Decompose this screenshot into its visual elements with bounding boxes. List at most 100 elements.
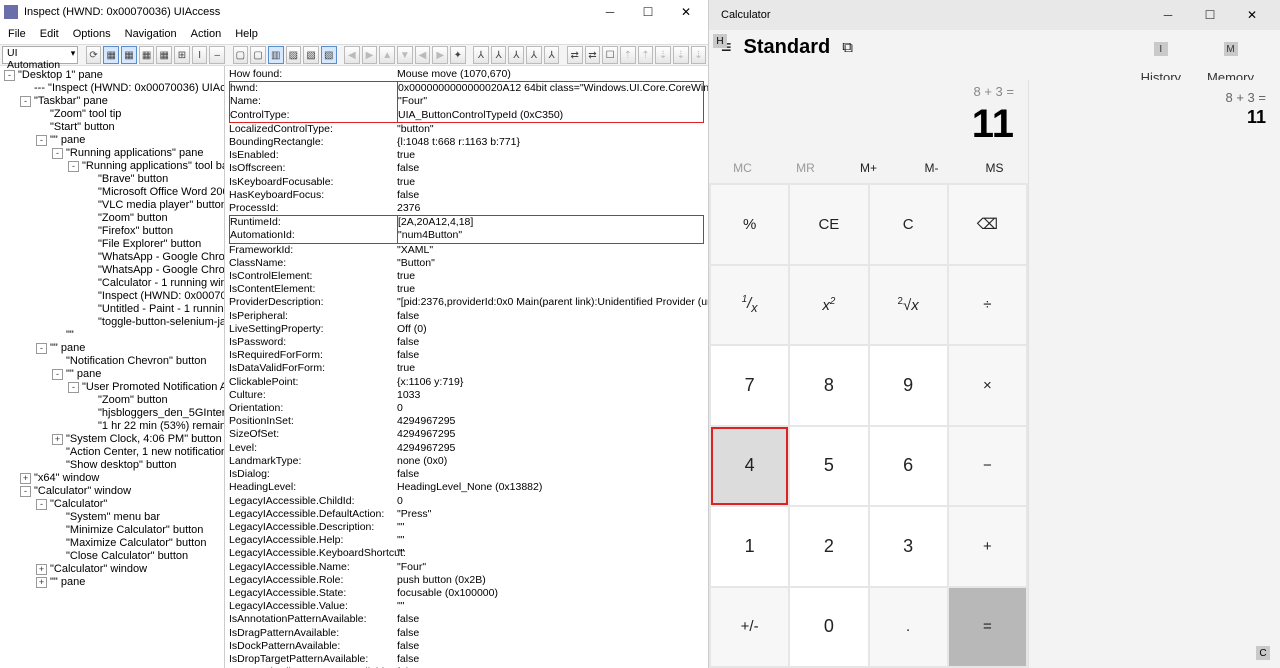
tb-btn-4[interactable]: ▦	[139, 46, 155, 64]
decimal-key[interactable]: .	[870, 588, 947, 667]
zero-key[interactable]: 0	[790, 588, 867, 667]
four-key[interactable]: 4	[711, 427, 788, 506]
tree-item[interactable]: "VLC media player" button	[0, 198, 224, 211]
keep-on-top-icon[interactable]: ⧉	[842, 39, 853, 56]
tree-item[interactable]: "Show desktop" button	[0, 458, 224, 471]
calc-minimize-button[interactable]: ─	[1148, 2, 1188, 28]
one-key[interactable]: 1	[711, 507, 788, 586]
seven-key[interactable]: 7	[711, 346, 788, 425]
tree-item[interactable]: "WhatsApp - Google Chrome	[0, 263, 224, 276]
tb-btn-8[interactable]: ‒	[209, 46, 225, 64]
tree-item[interactable]: -"Running applications" pane	[0, 146, 224, 159]
tree-item[interactable]: -"" pane	[0, 133, 224, 146]
tb-misc-8[interactable]: ⇣	[691, 46, 707, 64]
tree-item[interactable]: "Action Center, 1 new notification"	[0, 445, 224, 458]
sqrt-key[interactable]: 2√x	[870, 266, 947, 345]
menu-action[interactable]: Action	[191, 28, 222, 40]
menu-options[interactable]: Options	[73, 28, 111, 40]
negate-key[interactable]: +/-	[711, 588, 788, 667]
add-key[interactable]: +	[949, 507, 1026, 586]
tree-item[interactable]: "Calculator - 1 running windo	[0, 276, 224, 289]
tree-item[interactable]: "Notification Chevron" button	[0, 354, 224, 367]
tb-nav-7[interactable]: ✦	[450, 46, 466, 64]
percent-key[interactable]: %	[711, 185, 788, 264]
tb-misc-5[interactable]: ⇡	[638, 46, 654, 64]
mc-button[interactable]: MC	[711, 157, 774, 179]
tree-item[interactable]: "Zoom" tool tip	[0, 107, 224, 120]
tb-tree-3[interactable]: ⅄	[508, 46, 524, 64]
c-key[interactable]: C	[870, 185, 947, 264]
tree-item[interactable]: "Zoom" button	[0, 393, 224, 406]
tb-tree-1[interactable]: ⅄	[473, 46, 489, 64]
nine-key[interactable]: 9	[870, 346, 947, 425]
mr-button[interactable]: MR	[774, 157, 837, 179]
menu-help[interactable]: Help	[235, 28, 258, 40]
tree-item[interactable]: "Firefox" button	[0, 224, 224, 237]
tree-item[interactable]: +"Calculator" window	[0, 562, 224, 575]
mplus-button[interactable]: M+	[837, 157, 900, 179]
equals-key[interactable]: =	[949, 588, 1026, 667]
tree-item[interactable]: "Brave" button	[0, 172, 224, 185]
tb-nav-3[interactable]: ▲	[379, 46, 395, 64]
tree-item[interactable]: "Close Calculator" button	[0, 549, 224, 562]
eight-key[interactable]: 8	[790, 346, 867, 425]
menu-file[interactable]: File	[8, 28, 26, 40]
tb-btn-7[interactable]: I	[192, 46, 208, 64]
maximize-button[interactable]: ☐	[630, 1, 666, 23]
tb-nav-1[interactable]: ◀	[344, 46, 360, 64]
multiply-key[interactable]: ×	[949, 346, 1026, 425]
tree-item[interactable]: -"Running applications" tool bar	[0, 159, 224, 172]
reciprocal-key[interactable]: 1/x	[711, 266, 788, 345]
tree-item[interactable]: -"" pane	[0, 341, 224, 354]
tree-item[interactable]: "Microsoft Office Word 2007	[0, 185, 224, 198]
menu-edit[interactable]: Edit	[40, 28, 59, 40]
calc-maximize-button[interactable]: ☐	[1190, 2, 1230, 28]
tb-tree-5[interactable]: ⅄	[544, 46, 560, 64]
tree-item[interactable]: --- "Inspect (HWND: 0x00070036) UIAccess	[0, 81, 224, 94]
tree-item[interactable]: -"User Promoted Notification Ar	[0, 380, 224, 393]
tb-btn-3[interactable]: ▦	[121, 46, 137, 64]
history-item-expr[interactable]: 8 + 3 =	[1043, 90, 1266, 105]
five-key[interactable]: 5	[790, 427, 867, 506]
tree-item[interactable]: "Start" button	[0, 120, 224, 133]
tb-misc-3[interactable]: ☐	[602, 46, 618, 64]
tree-item[interactable]: "hjsbloggers_den_5GInternet	[0, 406, 224, 419]
tree-item[interactable]: -"" pane	[0, 367, 224, 380]
tree-item[interactable]: ""	[0, 328, 224, 341]
tb-nav-2[interactable]: ▶	[362, 46, 378, 64]
tb-btn-2[interactable]: ▦	[103, 46, 119, 64]
tree-item[interactable]: -"Calculator"	[0, 497, 224, 510]
two-key[interactable]: 2	[790, 507, 867, 586]
ms-button[interactable]: MS	[963, 157, 1026, 179]
tb-btn-14[interactable]: ▧	[321, 46, 337, 64]
six-key[interactable]: 6	[870, 427, 947, 506]
mminus-button[interactable]: M-	[900, 157, 963, 179]
menu-navigation[interactable]: Navigation	[125, 28, 177, 40]
tree-item[interactable]: "System" menu bar	[0, 510, 224, 523]
tb-nav-6[interactable]: ▶	[432, 46, 448, 64]
square-key[interactable]: x2	[790, 266, 867, 345]
tb-btn-6[interactable]: ⊞	[174, 46, 190, 64]
tree-item[interactable]: +"" pane	[0, 575, 224, 588]
tb-btn-11[interactable]: ▥	[268, 46, 284, 64]
tb-misc-6[interactable]: ⇣	[655, 46, 671, 64]
tree-item[interactable]: -"Desktop 1" pane	[0, 68, 224, 81]
tree-item[interactable]: +"System Clock, 4:06 PM" button	[0, 432, 224, 445]
minimize-button[interactable]: ─	[592, 1, 628, 23]
subtract-key[interactable]: −	[949, 427, 1026, 506]
tree-item[interactable]: "Untitled - Paint - 1 running v	[0, 302, 224, 315]
tb-btn-13[interactable]: ▧	[303, 46, 319, 64]
close-button[interactable]: ✕	[668, 1, 704, 23]
tb-nav-5[interactable]: ◀	[415, 46, 431, 64]
tb-btn-12[interactable]: ▨	[286, 46, 302, 64]
tree-item[interactable]: "Maximize Calculator" button	[0, 536, 224, 549]
tb-misc-7[interactable]: ⇣	[673, 46, 689, 64]
tree-item[interactable]: -"Calculator" window	[0, 484, 224, 497]
tree-item[interactable]: -"Taskbar" pane	[0, 94, 224, 107]
tb-tree-4[interactable]: ⅄	[526, 46, 542, 64]
tb-btn-9[interactable]: ▢	[233, 46, 249, 64]
toolbar-mode-dropdown[interactable]: UI Automation	[2, 46, 78, 64]
tb-misc-4[interactable]: ⇡	[620, 46, 636, 64]
tree-pane[interactable]: -"Desktop 1" pane--- "Inspect (HWND: 0x0…	[0, 66, 225, 668]
tree-item[interactable]: "toggle-button-selenium-jav	[0, 315, 224, 328]
